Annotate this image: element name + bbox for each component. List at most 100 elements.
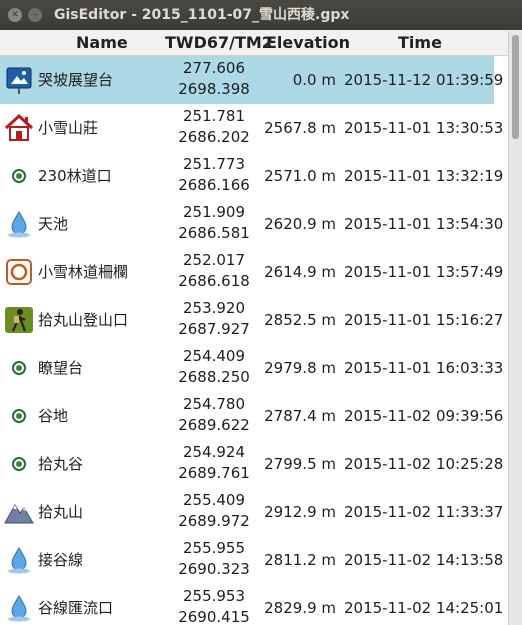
close-button[interactable]: ✕	[8, 8, 22, 22]
column-header-elevation[interactable]: Elevation	[266, 31, 350, 55]
scenic-view-sign-icon	[4, 65, 34, 95]
waypoint-time: 2015-11-01 15:16:27	[344, 311, 504, 329]
waypoint-name: 小雪林道柵欄	[38, 263, 129, 281]
waypoint-time: 2015-11-02 09:39:56	[344, 407, 504, 425]
window-title: GisEditor - 2015_1101-07_雪山西稜.gpx	[54, 7, 350, 23]
table-row[interactable]: 拾丸山登山口 253.920 2687.927 2852.5 m 2015-11-01 …	[0, 296, 503, 344]
waypoint-elevation: 0.0 m	[292, 71, 336, 89]
hiker-icon	[4, 305, 34, 335]
waypoint-name: 瞭望台	[38, 359, 84, 377]
waypoint-coordinates: 251.909 2686.581	[166, 202, 262, 244]
waypoint-name: 天池	[38, 215, 69, 233]
coord-x: 252.017	[182, 251, 246, 269]
waypoint-time: 2015-11-12 01:39:59	[344, 71, 504, 89]
waypoint-elevation: 2912.9 m	[264, 503, 336, 521]
waypoint-coordinates: 253.920 2687.927	[166, 298, 262, 340]
waypoint-elevation: 2829.9 m	[264, 599, 336, 617]
title-bar[interactable]: ✕ – GisEditor - 2015_1101-07_雪山西稜.gpx	[0, 0, 522, 30]
column-header-time[interactable]: Time	[398, 31, 442, 55]
coord-x: 253.920	[182, 299, 246, 317]
coord-y: 2690.323	[178, 560, 250, 578]
water-drop-icon	[4, 209, 34, 239]
scrollbar-thumb[interactable]	[512, 35, 519, 139]
waypoint-name: 小雪山莊	[38, 119, 99, 137]
waypoint-name: 哭坡展望台	[38, 71, 114, 89]
waypoint-elevation: 2799.5 m	[264, 455, 336, 473]
waypoint-time: 2015-11-01 13:30:53	[344, 119, 504, 137]
table-row[interactable]: 小雪山莊 251.781 2686.202 2567.8 m 2015-11-01 13…	[0, 104, 503, 152]
giseditor-window: ✕ – GisEditor - 2015_1101-07_雪山西稜.gpx Na…	[0, 0, 522, 625]
coord-y: 2698.398	[178, 80, 250, 98]
table-row[interactable]: 230林道口 251.773 2686.166 2571.0 m 2015-11-01 …	[0, 152, 503, 200]
coord-y: 2686.581	[178, 224, 250, 242]
waypoint-elevation: 2811.2 m	[264, 551, 336, 569]
waypoint-time: 2015-11-01 13:32:19	[344, 167, 504, 185]
waypoint-time: 2015-11-02 14:13:58	[344, 551, 504, 569]
coord-x: 251.781	[182, 107, 246, 125]
coord-y: 2686.166	[178, 176, 250, 194]
coord-x: 255.953	[182, 587, 246, 605]
waypoint-coordinates: 255.955 2690.323	[166, 538, 262, 580]
coord-y: 2688.250	[178, 368, 250, 386]
table-row[interactable]: 天池 251.909 2686.581 2620.9 m 2015-11-01 13:5…	[0, 200, 503, 248]
coord-x: 251.773	[182, 155, 246, 173]
gate-ring-icon	[4, 257, 34, 287]
coord-x: 254.924	[182, 443, 246, 461]
minimize-button[interactable]: –	[28, 8, 42, 22]
waypoint-name: 拾丸山	[38, 503, 84, 521]
waypoint-coordinates: 254.409 2688.250	[166, 346, 262, 388]
vertical-scrollbar[interactable]	[508, 31, 522, 625]
column-header-name[interactable]: Name	[76, 31, 128, 55]
waypoint-elevation: 2787.4 m	[264, 407, 336, 425]
water-drop-icon	[4, 593, 34, 623]
waypoint-elevation: 2571.0 m	[264, 167, 336, 185]
waypoint-dot-icon	[4, 161, 34, 191]
waypoint-elevation: 2852.5 m	[264, 311, 336, 329]
waypoint-coordinates: 254.780 2689.622	[166, 394, 262, 436]
coord-y: 2686.202	[178, 128, 250, 146]
waypoint-time: 2015-11-01 13:57:49	[344, 263, 504, 281]
coord-y: 2690.415	[178, 608, 250, 625]
waypoint-elevation: 2567.8 m	[264, 119, 336, 137]
table-row[interactable]: 瞭望台 254.409 2688.250 2979.8 m 2015-11-01 16:…	[0, 344, 503, 392]
waypoint-name: 谷地	[38, 407, 69, 425]
waypoint-coordinates: 251.781 2686.202	[166, 106, 262, 148]
table-row[interactable]: 谷地 254.780 2689.622 2787.4 m 2015-11-02 09:3…	[0, 392, 503, 440]
coord-y: 2686.618	[178, 272, 250, 290]
waypoint-coordinates: 251.773 2686.166	[166, 154, 262, 196]
waypoint-coordinates: 255.409 2689.972	[166, 490, 262, 532]
coord-x: 277.606	[182, 59, 246, 77]
waypoint-time: 2015-11-02 10:25:28	[344, 455, 504, 473]
column-header-coord[interactable]: TWD67/TM2	[165, 31, 273, 55]
waypoint-coordinates: 252.017 2686.618	[166, 250, 262, 292]
table-row[interactable]: 拾丸山 255.409 2689.972 2912.9 m 2015-11-02 11:…	[0, 488, 503, 536]
table-header: Name TWD67/TM2 Elevation Time	[0, 31, 508, 56]
waypoint-dot-icon	[4, 401, 34, 431]
waypoint-elevation: 2979.8 m	[264, 359, 336, 377]
waypoint-name: 拾丸谷	[38, 455, 84, 473]
mountain-peak-icon	[4, 497, 34, 527]
waypoint-list[interactable]: 哭坡展望台 277.606 2698.398 0.0 m 2015-11-12 01:3…	[0, 56, 508, 625]
waypoint-name: 接谷線	[38, 551, 84, 569]
waypoint-time: 2015-11-01 16:03:33	[344, 359, 504, 377]
waypoint-name: 230林道口	[38, 167, 112, 185]
table-row[interactable]: 哭坡展望台 277.606 2698.398 0.0 m 2015-11-12 01:3…	[0, 56, 503, 104]
water-drop-icon	[4, 545, 34, 575]
waypoint-name: 谷線匯流口	[38, 599, 114, 617]
table-row[interactable]: 拾丸谷 254.924 2689.761 2799.5 m 2015-11-02 10:…	[0, 440, 503, 488]
coord-x: 251.909	[182, 203, 246, 221]
waypoint-dot-icon	[4, 449, 34, 479]
table-row[interactable]: 谷線匯流口 255.953 2690.415 2829.9 m 2015-11-02 1…	[0, 584, 503, 625]
waypoint-elevation: 2614.9 m	[264, 263, 336, 281]
table-row[interactable]: 接谷線 255.955 2690.323 2811.2 m 2015-11-02 14:…	[0, 536, 503, 584]
table-row[interactable]: 小雪林道柵欄 252.017 2686.618 2614.9 m 2015-11-01 …	[0, 248, 503, 296]
coord-x: 255.409	[182, 491, 246, 509]
waypoint-coordinates: 277.606 2698.398	[166, 58, 262, 100]
waypoint-time: 2015-11-02 14:25:01	[344, 599, 504, 617]
waypoint-time: 2015-11-01 13:54:30	[344, 215, 504, 233]
coord-y: 2689.761	[178, 464, 250, 482]
waypoint-dot-icon	[4, 353, 34, 383]
waypoint-name: 拾丸山登山口	[38, 311, 129, 329]
house-icon	[4, 113, 34, 143]
coord-x: 254.409	[182, 347, 246, 365]
